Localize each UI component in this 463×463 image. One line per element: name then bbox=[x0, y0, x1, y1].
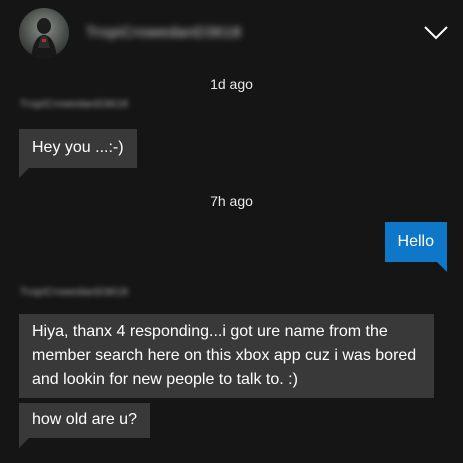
message-timestamp: 1d ago bbox=[210, 76, 253, 92]
incoming-message[interactable]: Hey you ...:-) bbox=[19, 129, 137, 178]
message-text: how old are u? bbox=[32, 411, 137, 428]
conversation-username: TropiCrowedanD3618 bbox=[86, 24, 242, 41]
chevron-down-icon[interactable] bbox=[423, 20, 449, 46]
message-timestamp: 7h ago bbox=[210, 193, 253, 209]
avatar-image bbox=[19, 8, 69, 58]
message-sender-name: TropiCrowedanD3618 bbox=[20, 99, 129, 110]
outgoing-message[interactable]: Hello bbox=[384, 222, 448, 272]
conversation-header: TropiCrowedanD3618 bbox=[0, 0, 463, 66]
message-sender-name: TropiCrowedanD3618 bbox=[20, 287, 129, 298]
message-text: Hiya, thanx 4 responding...i got ure nam… bbox=[32, 323, 417, 388]
message-text: Hello bbox=[397, 233, 434, 250]
incoming-message[interactable]: how old are u? bbox=[19, 403, 150, 448]
incoming-message[interactable]: Hiya, thanx 4 responding...i got ure nam… bbox=[19, 314, 434, 398]
message-text: Hey you ...:-) bbox=[32, 139, 124, 156]
profile-avatar[interactable] bbox=[19, 8, 69, 58]
